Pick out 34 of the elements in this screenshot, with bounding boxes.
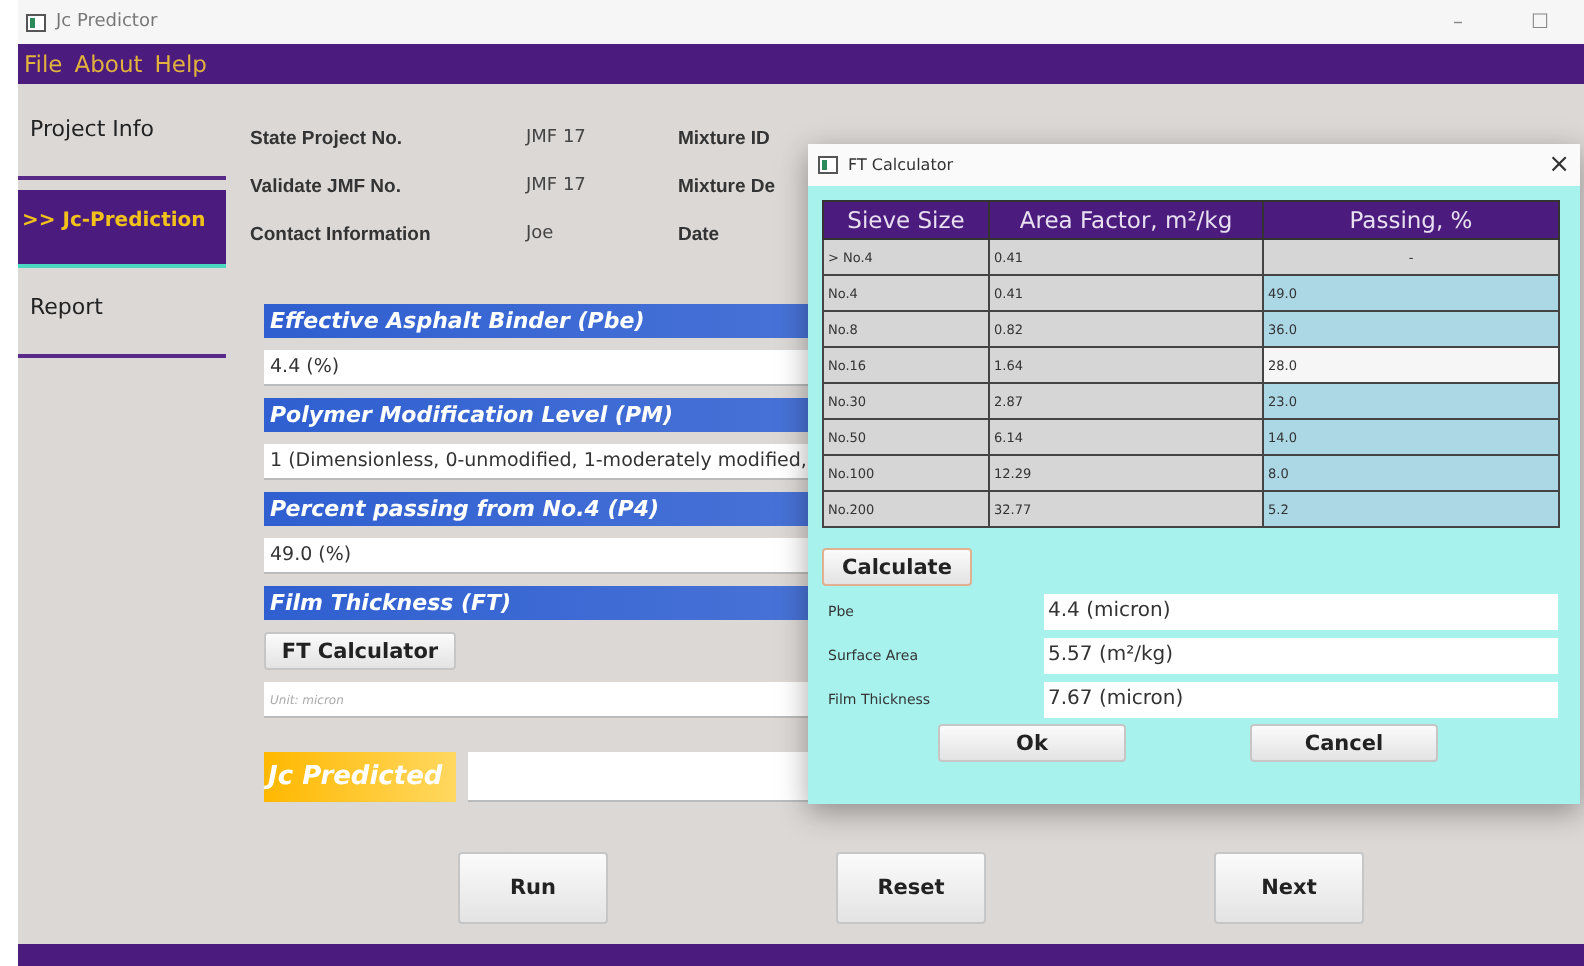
window-title: Jc Predictor (56, 12, 158, 32)
menu-item[interactable]: Help (154, 50, 207, 78)
column-header: Area Factor, m²/kg (989, 201, 1263, 239)
app-icon (818, 156, 838, 174)
field-value: JMF 17 (526, 176, 588, 200)
ft-calculator-button[interactable]: FT Calculator (264, 632, 456, 670)
field-label: Date (678, 224, 722, 250)
column-header: Sieve Size (823, 201, 989, 239)
sidebar-item[interactable]: >> Jc-Prediction (18, 190, 226, 268)
field-value: Joe (526, 224, 556, 248)
field-label: Validate JMF No. (250, 176, 403, 202)
output-field[interactable]: 5.57 (m²/kg) (1044, 638, 1558, 674)
action-button[interactable]: Run (458, 852, 608, 924)
app-icon (26, 13, 46, 31)
dialog-title: FT Calculator (848, 156, 954, 174)
sidebar-item[interactable]: Project Info (18, 100, 226, 180)
field-value: JMF 17 (526, 128, 588, 152)
column-header: Passing, % (1263, 201, 1559, 239)
calculate-button[interactable]: Calculate (822, 548, 972, 586)
action-button[interactable]: Next (1214, 852, 1364, 924)
menu-item[interactable]: File (24, 50, 63, 78)
close-button[interactable]: × (1548, 150, 1570, 180)
menu-item[interactable]: About (74, 50, 143, 78)
dialog-button[interactable]: Cancel (1250, 724, 1438, 762)
field-label: Contact Information (250, 224, 433, 250)
output-field[interactable]: 4.4 (micron) (1044, 594, 1558, 630)
output-field[interactable]: 7.67 (micron) (1044, 682, 1558, 718)
field-label: Mixture ID (678, 128, 772, 154)
dialog-button[interactable]: Ok (938, 724, 1126, 762)
result-label: Jc Predicted (264, 752, 456, 802)
sidebar-item[interactable]: Report (18, 278, 226, 358)
field-label: State Project No. (250, 128, 405, 154)
action-button[interactable]: Reset (836, 852, 986, 924)
field-label: Mixture De (678, 176, 778, 202)
